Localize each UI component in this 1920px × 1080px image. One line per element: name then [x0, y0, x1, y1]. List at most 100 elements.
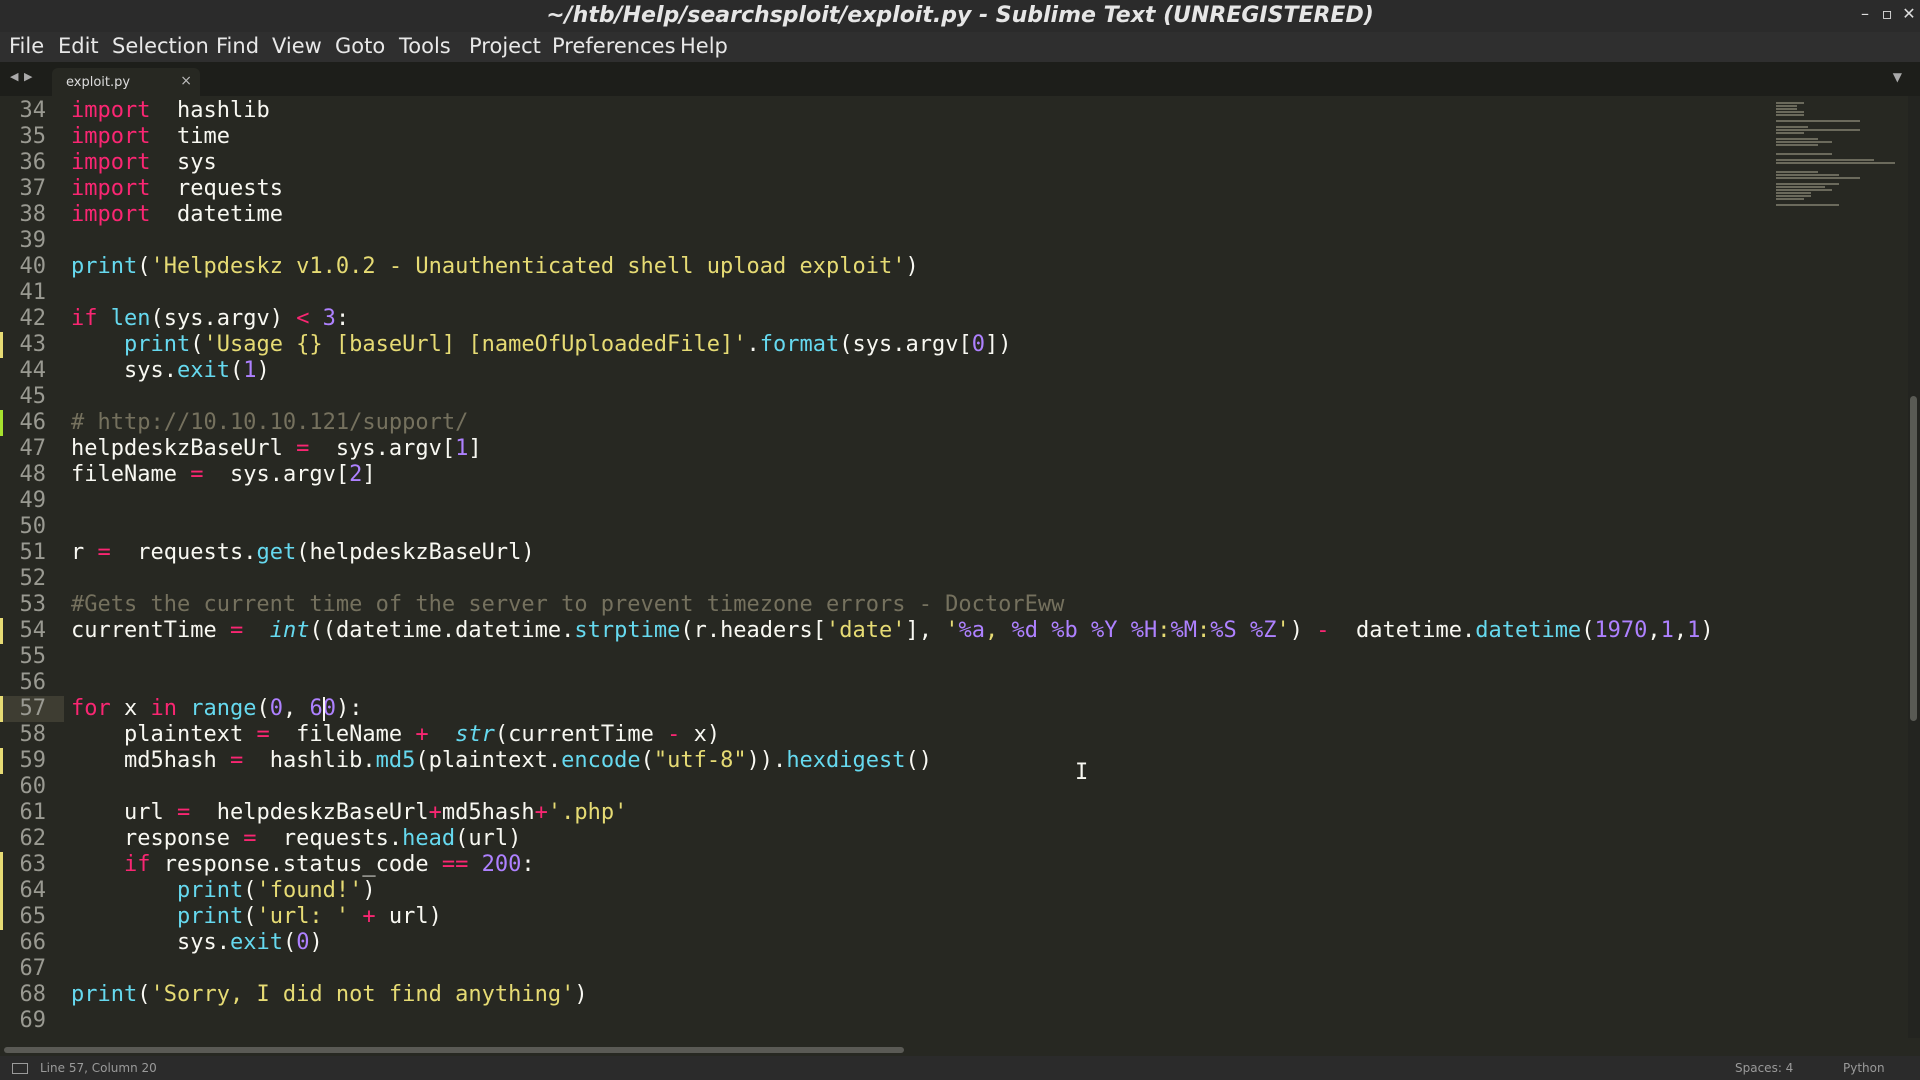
- tab-dropdown-icon[interactable]: ▼: [1893, 70, 1902, 84]
- line-number[interactable]: 60: [0, 774, 47, 800]
- panel-toggle-icon[interactable]: [12, 1063, 28, 1074]
- menu-find[interactable]: Find: [216, 34, 259, 58]
- code-line[interactable]: response = requests.head(url): [71, 826, 521, 852]
- line-number[interactable]: 38: [0, 202, 47, 228]
- code-token: 'Usage {} [baseUrl] [nameOfUploadedFile]…: [203, 332, 747, 357]
- tab-exploit-py[interactable]: exploit.py ×: [52, 68, 200, 96]
- menu-project[interactable]: Project: [469, 34, 541, 58]
- code-token: #Gets the current time of the server to …: [71, 592, 1065, 617]
- code-line[interactable]: # http://10.10.10.121/support/: [71, 410, 468, 436]
- line-number[interactable]: 43: [0, 332, 47, 358]
- code-line[interactable]: import requests: [71, 176, 283, 202]
- menu-goto[interactable]: Goto: [335, 34, 385, 58]
- line-number[interactable]: 36: [0, 150, 47, 176]
- close-icon[interactable]: ✕: [1900, 4, 1918, 24]
- code-token: ): [309, 930, 323, 955]
- line-number[interactable]: 51: [0, 540, 47, 566]
- code-line[interactable]: plaintext = fileName + str(currentTime -…: [71, 722, 720, 748]
- tab-close-icon[interactable]: ×: [180, 73, 192, 89]
- line-number[interactable]: 61: [0, 800, 47, 826]
- code-line[interactable]: print('Usage {} [baseUrl] [nameOfUploade…: [71, 332, 1011, 358]
- line-number[interactable]: 39: [0, 228, 47, 254]
- line-number[interactable]: 50: [0, 514, 47, 540]
- status-syntax[interactable]: Python: [1843, 1061, 1885, 1075]
- line-number[interactable]: 41: [0, 280, 47, 306]
- menu-edit[interactable]: Edit: [58, 34, 99, 58]
- code-line[interactable]: import hashlib: [71, 98, 270, 124]
- code-token: in: [150, 696, 178, 721]
- line-number[interactable]: 58: [0, 722, 47, 748]
- code-line[interactable]: helpdeskzBaseUrl = sys.argv[1]: [71, 436, 482, 462]
- line-number[interactable]: 64: [0, 878, 47, 904]
- code-line[interactable]: r = requests.get(helpdeskzBaseUrl): [71, 540, 535, 566]
- code-line[interactable]: print('Sorry, I did not find anything'): [71, 982, 588, 1008]
- code-line[interactable]: print('found!'): [71, 878, 376, 904]
- code-token: %Z: [1250, 618, 1277, 643]
- horizontal-scrollbar-thumb[interactable]: [4, 1047, 904, 1053]
- code-line[interactable]: currentTime = int((datetime.datetime.str…: [71, 618, 1714, 644]
- code-editor[interactable]: 34 import hashlib 35 import time 36 import sy…: [0, 96, 1772, 1038]
- code-line[interactable]: sys.exit(1): [71, 358, 270, 384]
- maximize-icon[interactable]: ▫: [1878, 4, 1896, 24]
- line-number[interactable]: 54: [0, 618, 47, 644]
- minimap[interactable]: [1772, 96, 1908, 1038]
- line-number[interactable]: 42: [0, 306, 47, 332]
- code-token: ,: [985, 618, 1012, 643]
- line-number[interactable]: 65: [0, 904, 47, 930]
- menu-tools[interactable]: Tools: [399, 34, 451, 58]
- menu-preferences[interactable]: Preferences: [552, 34, 676, 58]
- line-number[interactable]: 37: [0, 176, 47, 202]
- line-number[interactable]: 35: [0, 124, 47, 150]
- code-line[interactable]: import time: [71, 124, 230, 150]
- line-number[interactable]: 46: [0, 410, 47, 436]
- code-token: =: [176, 800, 191, 825]
- line-number[interactable]: 52: [0, 566, 47, 592]
- line-number[interactable]: 45: [0, 384, 47, 410]
- code-line[interactable]: print('Helpdeskz v1.0.2 - Unauthenticate…: [71, 254, 919, 280]
- line-number[interactable]: 62: [0, 826, 47, 852]
- code-token: :: [1197, 618, 1211, 643]
- menu-file[interactable]: File: [9, 34, 44, 58]
- line-number[interactable]: 34: [0, 98, 47, 124]
- code-line[interactable]: #Gets the current time of the server to …: [71, 592, 1064, 618]
- code-line[interactable]: import datetime: [71, 202, 283, 228]
- menu-selection[interactable]: Selection: [112, 34, 209, 58]
- menu-view[interactable]: View: [272, 34, 322, 58]
- line-number[interactable]: 59: [0, 748, 47, 774]
- horizontal-scrollbar[interactable]: [0, 1043, 1908, 1055]
- line-number[interactable]: 57: [0, 696, 47, 722]
- code-line[interactable]: for x in range(0, 60):: [71, 696, 362, 722]
- line-number[interactable]: 56: [0, 670, 47, 696]
- code-token: ): [574, 982, 588, 1007]
- line-number[interactable]: 48: [0, 462, 47, 488]
- code-token: 'Helpdeskz v1.0.2 - Unauthenticated shel…: [150, 254, 906, 279]
- code-line[interactable]: if response.status_code == 200:: [71, 852, 535, 878]
- line-number[interactable]: 47: [0, 436, 47, 462]
- status-indentation[interactable]: Spaces: 4: [1735, 1061, 1793, 1075]
- line-number[interactable]: 40: [0, 254, 47, 280]
- tab-nav-right-icon[interactable]: ▶: [24, 70, 32, 83]
- minimize-icon[interactable]: –: [1856, 4, 1874, 24]
- line-number[interactable]: 66: [0, 930, 47, 956]
- line-number[interactable]: 67: [0, 956, 47, 982]
- tab-nav-left-icon[interactable]: ◀: [10, 70, 18, 83]
- code-line[interactable]: import sys: [71, 150, 217, 176]
- line-number[interactable]: 53: [0, 592, 47, 618]
- code-line[interactable]: md5hash = hashlib.md5(plaintext.encode("…: [71, 748, 932, 774]
- code-token: ): [256, 358, 270, 383]
- vertical-scrollbar[interactable]: [1908, 96, 1920, 1038]
- line-number[interactable]: 49: [0, 488, 47, 514]
- code-line[interactable]: sys.exit(0): [71, 930, 323, 956]
- code-line[interactable]: if len(sys.argv) < 3:: [71, 306, 349, 332]
- menu-help[interactable]: Help: [680, 34, 728, 58]
- line-number[interactable]: 63: [0, 852, 47, 878]
- code-line[interactable]: print('url: ' + url): [71, 904, 442, 930]
- line-number[interactable]: 68: [0, 982, 47, 1008]
- vertical-scrollbar-thumb[interactable]: [1910, 396, 1917, 721]
- line-number[interactable]: 44: [0, 358, 47, 384]
- line-number[interactable]: 55: [0, 644, 47, 670]
- code-line[interactable]: fileName = sys.argv[2]: [71, 462, 376, 488]
- code-token: fileName: [71, 462, 191, 487]
- line-number[interactable]: 69: [0, 1008, 47, 1034]
- code-line[interactable]: url = helpdeskzBaseUrl+md5hash+'.php': [71, 800, 627, 826]
